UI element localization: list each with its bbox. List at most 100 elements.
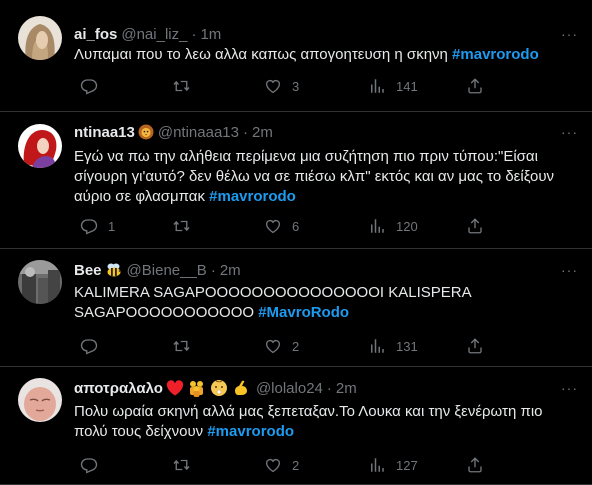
tweet-header: ai_fos @nai_liz_ · 1m <box>74 24 221 44</box>
likes-count: 2 <box>292 457 300 473</box>
views-button[interactable]: 141 <box>368 76 418 96</box>
tweet-body: Εγώ να πω την αλήθεια περίμενα μια συζήτ… <box>74 148 555 205</box>
reply-button[interactable]: 1 <box>80 216 115 236</box>
tweet-body: Πολυ ωραία σκηνή αλλά μας ξεπεταξαν.Το Λ… <box>74 403 543 440</box>
user-handle[interactable]: @nai_liz_ <box>121 26 187 43</box>
display-name[interactable]: αποτραλαλο <box>74 380 163 397</box>
tweet-header: αποτραλαλο @lolalo24 · 2m <box>74 378 357 398</box>
reply-button[interactable] <box>80 76 98 96</box>
timestamp[interactable]: 2m <box>252 124 273 141</box>
like-button[interactable]: 3 <box>264 76 299 96</box>
reply-icon <box>80 217 98 235</box>
action-bar: 2 127 <box>74 455 579 475</box>
heart-babies-muscle-emoji <box>166 379 252 397</box>
tweet-header: ntinaa13 @ntinaaa13 · 2m <box>74 122 273 142</box>
retweet-button[interactable] <box>172 216 191 236</box>
user-handle[interactable]: @lolalo24 <box>256 380 323 397</box>
retweet-button[interactable] <box>172 336 191 356</box>
display-name[interactable]: ai_fos <box>74 26 117 43</box>
retweet-button[interactable] <box>172 76 191 96</box>
tweet-header: Bee @Biene__B · 2m <box>74 260 241 280</box>
more-options-icon[interactable]: ··· <box>561 26 578 42</box>
share-button[interactable] <box>466 76 484 96</box>
tweet-feed: ai_fos @nai_liz_ · 1m ··· Λυπαμαι που το λεω … <box>0 0 592 485</box>
display-name[interactable]: Bee <box>74 262 102 279</box>
tweet-text: KALIMERA SAGAPOOOOOOOOOOOOOOOI KALISPERA… <box>74 283 579 323</box>
tweet[interactable]: ai_fos @nai_liz_ · 1m ··· Λυπαμαι που το λεω … <box>0 0 592 112</box>
avatar[interactable] <box>18 260 62 304</box>
views-button[interactable]: 127 <box>368 455 418 475</box>
reply-button[interactable] <box>80 336 98 356</box>
views-count: 141 <box>396 78 418 94</box>
hashtag-link[interactable]: #mavrorodo <box>452 46 539 63</box>
tweet[interactable]: Bee @Biene__B · 2m ··· KALIMERA SAGAPOOOOOOOO… <box>0 249 592 367</box>
reply-icon <box>80 456 98 474</box>
more-options-icon[interactable]: ··· <box>561 124 578 140</box>
timestamp[interactable]: 2m <box>220 262 241 279</box>
separator-dot: · <box>191 25 197 43</box>
separator-dot: · <box>210 261 216 279</box>
likes-count: 3 <box>292 78 300 94</box>
separator-dot: · <box>242 123 248 141</box>
share-button[interactable] <box>466 216 484 236</box>
reply-icon <box>80 77 98 95</box>
views-icon <box>368 337 386 355</box>
user-handle[interactable]: @Biene__B <box>127 262 207 279</box>
hashtag-link[interactable]: #MavroRodo <box>258 304 349 321</box>
heart-icon <box>264 337 282 355</box>
views-count: 131 <box>396 338 418 354</box>
retweet-button[interactable] <box>172 455 191 475</box>
like-button[interactable]: 2 <box>264 336 299 356</box>
more-options-icon[interactable]: ··· <box>561 262 578 278</box>
share-button[interactable] <box>466 455 484 475</box>
action-bar: 1 6 120 <box>74 216 579 236</box>
heart-icon <box>264 217 282 235</box>
retweet-icon <box>172 217 191 235</box>
likes-count: 2 <box>292 338 300 354</box>
reply-button[interactable] <box>80 455 98 475</box>
like-button[interactable]: 2 <box>264 455 299 475</box>
retweet-icon <box>172 77 191 95</box>
timestamp[interactable]: 1m <box>200 26 221 43</box>
views-icon <box>368 217 386 235</box>
like-button[interactable]: 6 <box>264 216 299 236</box>
avatar[interactable] <box>18 124 62 168</box>
views-button[interactable]: 131 <box>368 336 418 356</box>
action-bar: 2 131 <box>74 336 579 356</box>
separator-dot: · <box>326 379 332 397</box>
user-handle[interactable]: @ntinaaa13 <box>158 124 239 141</box>
hashtag-link[interactable]: #mavrorodo <box>207 423 294 440</box>
tweet-text: Πολυ ωραία σκηνή αλλά μας ξεπεταξαν.Το Λ… <box>74 402 579 442</box>
replies-count: 1 <box>108 218 116 234</box>
bee-emoji <box>105 262 123 278</box>
display-name[interactable]: ntinaa13 <box>74 124 135 141</box>
tweet[interactable]: ntinaa13 @ntinaaa13 · 2m ··· Εγώ να πω την αλ… <box>0 112 592 249</box>
likes-count: 6 <box>292 218 300 234</box>
share-icon <box>466 77 484 95</box>
retweet-icon <box>172 337 191 355</box>
heart-icon <box>264 77 282 95</box>
avatar[interactable] <box>18 378 62 422</box>
views-button[interactable]: 120 <box>368 216 418 236</box>
reply-icon <box>80 337 98 355</box>
views-count: 120 <box>396 218 418 234</box>
timestamp[interactable]: 2m <box>336 380 357 397</box>
views-icon <box>368 456 386 474</box>
share-icon <box>466 456 484 474</box>
share-button[interactable] <box>466 336 484 356</box>
share-icon <box>466 217 484 235</box>
avatar[interactable] <box>18 16 62 60</box>
lion-emoji <box>138 124 154 140</box>
views-icon <box>368 77 386 95</box>
share-icon <box>466 337 484 355</box>
action-bar: 3 141 <box>74 76 579 96</box>
tweet-text: Λυπαμαι που το λεω αλλα καπως απογοητευσ… <box>74 45 579 65</box>
tweet[interactable]: αποτραλαλο @lolalo24 · 2m ··· Πολυ ωραία σκην… <box>0 367 592 485</box>
hashtag-link[interactable]: #mavrorodo <box>209 188 296 205</box>
retweet-icon <box>172 456 191 474</box>
heart-icon <box>264 456 282 474</box>
views-count: 127 <box>396 457 418 473</box>
tweet-body: Λυπαμαι που το λεω αλλα καπως απογοητευσ… <box>74 46 448 63</box>
more-options-icon[interactable]: ··· <box>561 380 578 396</box>
tweet-text: Εγώ να πω την αλήθεια περίμενα μια συζήτ… <box>74 147 579 207</box>
